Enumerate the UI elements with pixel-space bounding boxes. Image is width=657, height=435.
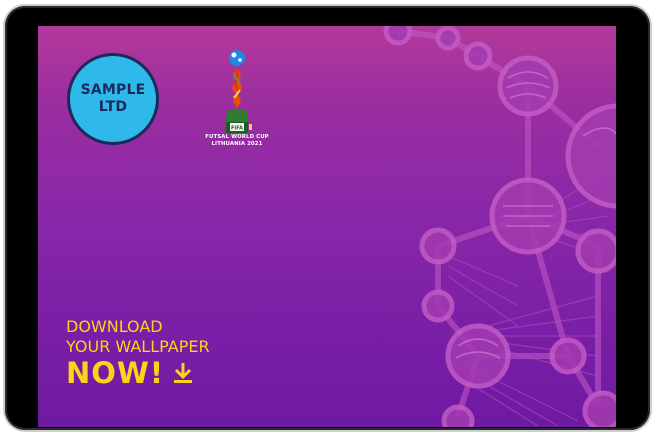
cta-now-text: NOW! [66, 356, 165, 390]
logo-line-2: LITHUANIA 2021 [211, 141, 263, 147]
download-cta[interactable]: DOWNLOAD YOUR WALLPAPER NOW! [66, 317, 210, 389]
cta-line-1: DOWNLOAD [66, 317, 163, 336]
trophy-icon: FIFA [225, 50, 252, 133]
logo-line-1: FUTSAL WORLD CUP [205, 134, 269, 140]
download-icon[interactable] [172, 361, 194, 385]
fifa-tag: FIFA [231, 126, 243, 132]
wallpaper-screen: SAMPLE LTD FIFA FUTSAL WORLD CUP LITHUAN… [38, 26, 616, 427]
tablet-frame: SAMPLE LTD FIFA FUTSAL WORLD CUP LITHUAN… [5, 6, 650, 430]
fifa-futsal-logo: FIFA FUTSAL WORLD CUP LITHUANIA 2021 [202, 46, 272, 156]
badge-line-1: SAMPLE [80, 82, 146, 98]
badge-line-2: LTD [98, 99, 128, 115]
cta-line-2: YOUR WALLPAPER [66, 337, 210, 356]
sample-ltd-badge: SAMPLE LTD [70, 56, 156, 142]
